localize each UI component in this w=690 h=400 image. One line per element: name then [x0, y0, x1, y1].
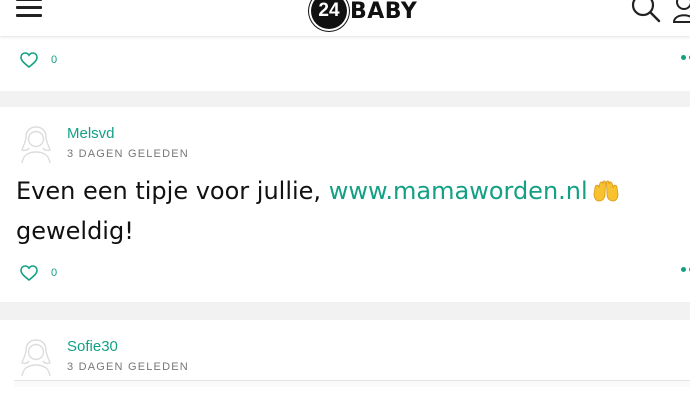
- menu-icon[interactable]: [16, 0, 42, 20]
- top-header: 24 BABY: [0, 0, 690, 36]
- author-name[interactable]: Sofie30: [67, 338, 118, 355]
- logo-text: BABY: [350, 0, 418, 24]
- search-icon[interactable]: [630, 0, 662, 24]
- like-count: 0: [51, 54, 58, 66]
- avatar-icon: [21, 339, 51, 377]
- post-text: Even een tipje voor jullie, www.mamaword…: [16, 171, 656, 251]
- like-button[interactable]: 0: [20, 52, 57, 68]
- more-options-icon[interactable]: [681, 267, 690, 272]
- post-link[interactable]: www.mamaworden.nl: [329, 177, 588, 205]
- avatar-icon: [21, 126, 51, 164]
- post-time: 3 DAGEN GELEDEN: [67, 361, 189, 373]
- logo[interactable]: 24 BABY: [311, 0, 417, 30]
- content-preview-strip: [14, 380, 690, 387]
- author-name[interactable]: Melsvd: [67, 125, 115, 142]
- like-button[interactable]: 0: [20, 265, 57, 281]
- like-count: 0: [51, 267, 58, 279]
- post-time: 3 DAGEN GELEDEN: [67, 148, 189, 160]
- post-text-start: Even een tipje voor jullie,: [16, 177, 322, 205]
- heart-icon: [20, 52, 38, 68]
- user-icon[interactable]: [672, 0, 690, 24]
- post-card: 0: [0, 36, 690, 91]
- heart-icon: [20, 265, 38, 281]
- more-options-icon[interactable]: [681, 55, 690, 60]
- post-text-end: geweldig!: [16, 217, 134, 245]
- raising-hands-emoji-icon: [593, 180, 619, 202]
- post-card: Sofie30 3 DAGEN GELEDEN: [0, 320, 690, 400]
- post-card: Melsvd 3 DAGEN GELEDEN Even een tipje vo…: [0, 107, 690, 302]
- logo-badge: 24: [311, 0, 347, 29]
